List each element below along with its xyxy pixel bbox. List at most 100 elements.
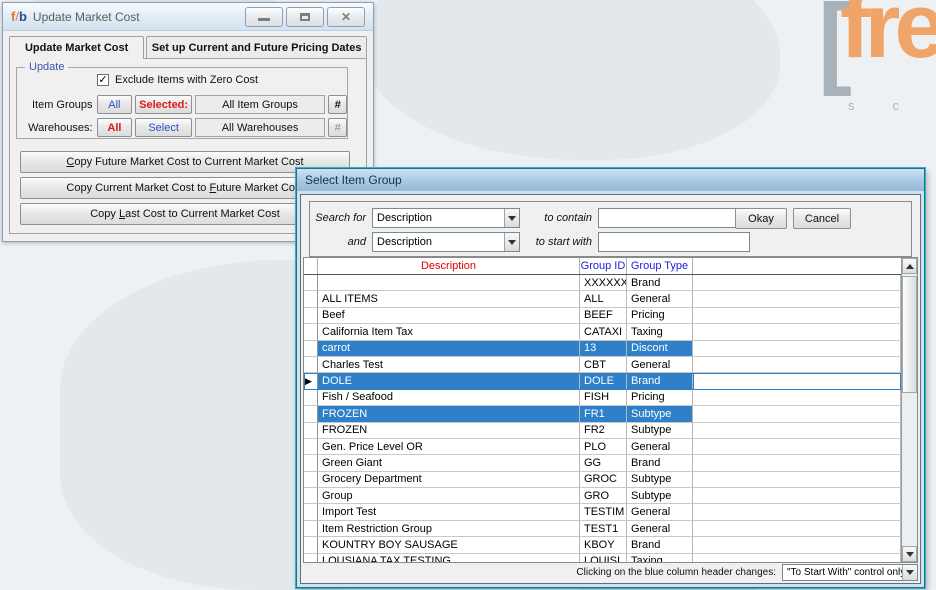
grid-cell[interactable]: Green Giant — [318, 455, 580, 471]
search-field-2-combo[interactable]: Description — [372, 232, 520, 252]
grid-row[interactable]: GroupGROSubtype — [304, 488, 901, 504]
grid-row[interactable]: FROZENFR1Subtype — [304, 406, 901, 422]
window-titlebar[interactable]: f/b Update Market Cost ✕ — [3, 3, 373, 31]
grid-cell[interactable]: Taxing — [627, 324, 693, 340]
vertical-scrollbar[interactable] — [901, 258, 917, 562]
header-behavior-combo[interactable]: "To Start With" control only — [782, 564, 918, 581]
grid-cell[interactable]: Subtype — [627, 472, 693, 488]
grid-cell[interactable]: Brand — [627, 275, 693, 291]
grid-row[interactable]: Grocery DepartmentGROCSubtype — [304, 472, 901, 488]
chevron-down-icon[interactable] — [902, 565, 917, 580]
grid-cell[interactable]: GG — [580, 455, 627, 471]
scroll-down-icon[interactable] — [902, 546, 917, 562]
tab-pricing-dates[interactable]: Set up Current and Future Pricing Dates — [146, 36, 367, 58]
row-indicator[interactable] — [304, 275, 318, 291]
grid-cell[interactable] — [693, 488, 901, 504]
grid-cell[interactable]: General — [627, 504, 693, 520]
grid-row[interactable]: Gen. Price Level ORPLOGeneral — [304, 439, 901, 455]
grid-row[interactable]: California Item TaxCATAXITaxing — [304, 324, 901, 340]
grid-cell[interactable]: Brand — [627, 373, 693, 389]
grid-cell[interactable] — [693, 423, 901, 439]
grid-cell[interactable] — [693, 455, 901, 471]
grid-cell[interactable]: CATAXI — [580, 324, 627, 340]
grid-cell[interactable]: Grocery Department — [318, 472, 580, 488]
grid-cell[interactable]: LOUSIANA TAX TESTING — [318, 554, 580, 562]
grid-row[interactable]: BeefBEEFPricing — [304, 308, 901, 324]
warehouses-select-button[interactable]: Select — [135, 118, 192, 137]
maximize-button[interactable] — [286, 7, 324, 27]
grid-cell[interactable]: ALL ITEMS — [318, 291, 580, 307]
row-indicator[interactable] — [304, 406, 318, 422]
grid-cell[interactable]: BEEF — [580, 308, 627, 324]
grid-cell[interactable]: Pricing — [627, 308, 693, 324]
grid-row[interactable]: ▶DOLEDOLEBrand — [304, 373, 901, 389]
grid-cell[interactable]: GRO — [580, 488, 627, 504]
grid-cell[interactable]: Subtype — [627, 406, 693, 422]
grid-cell[interactable]: Gen. Price Level OR — [318, 439, 580, 455]
grid-cell[interactable]: Charles Test — [318, 357, 580, 373]
grid-cell[interactable]: California Item Tax — [318, 324, 580, 340]
grid-cell[interactable]: PLO — [580, 439, 627, 455]
grid-row[interactable]: LOUSIANA TAX TESTINGLOUISITaxing — [304, 554, 901, 562]
chevron-down-icon[interactable] — [504, 209, 519, 227]
grid-cell[interactable]: KBOY — [580, 537, 627, 553]
grid-cell[interactable]: 13 — [580, 341, 627, 357]
grid-cell[interactable] — [693, 275, 901, 291]
grid-cell[interactable]: General — [627, 291, 693, 307]
grid-cell[interactable]: Fish / Seafood — [318, 390, 580, 406]
warehouses-all-button[interactable]: All — [97, 118, 133, 137]
grid-cell[interactable]: General — [627, 521, 693, 537]
grid-cell[interactable]: Brand — [627, 537, 693, 553]
grid-row[interactable]: carrot13Discont — [304, 341, 901, 357]
row-indicator[interactable] — [304, 390, 318, 406]
row-indicator[interactable]: ▶ — [304, 373, 318, 389]
grid-cell[interactable]: ALL — [580, 291, 627, 307]
grid-cell[interactable]: KOUNTRY BOY SAUSAGE — [318, 537, 580, 553]
grid-cell[interactable] — [693, 357, 901, 373]
item-groups-all-button[interactable]: All — [97, 95, 133, 114]
grid-cell[interactable] — [693, 554, 901, 562]
grid-cell[interactable]: Brand — [627, 455, 693, 471]
row-indicator[interactable] — [304, 357, 318, 373]
grid-cell[interactable]: Import Test — [318, 504, 580, 520]
grid-cell[interactable]: Group — [318, 488, 580, 504]
grid-cell[interactable]: Taxing — [627, 554, 693, 562]
row-indicator[interactable] — [304, 455, 318, 471]
row-indicator[interactable] — [304, 324, 318, 340]
tab-update-market-cost[interactable]: Update Market Cost — [9, 36, 144, 59]
row-indicator[interactable] — [304, 472, 318, 488]
grid-cell[interactable]: Discont — [627, 341, 693, 357]
chevron-down-icon[interactable] — [504, 233, 519, 251]
okay-button[interactable]: Okay — [735, 208, 787, 229]
grid-row[interactable]: Import TestTESTIMGeneral — [304, 504, 901, 520]
row-indicator[interactable] — [304, 521, 318, 537]
grid-cell[interactable]: Subtype — [627, 423, 693, 439]
grid-cell[interactable]: TESTIM — [580, 504, 627, 520]
to-contain-input[interactable] — [598, 208, 750, 228]
grid-cell[interactable]: Beef — [318, 308, 580, 324]
scroll-up-icon[interactable] — [902, 258, 917, 274]
item-groups-count-button[interactable]: # — [328, 95, 347, 114]
grid-cell[interactable] — [318, 275, 580, 291]
grid-cell[interactable] — [693, 291, 901, 307]
grid-row[interactable]: KOUNTRY BOY SAUSAGEKBOYBrand — [304, 537, 901, 553]
grid-cell[interactable] — [693, 390, 901, 406]
grid-cell[interactable]: FR1 — [580, 406, 627, 422]
grid-row[interactable]: Item Restriction GroupTEST1General — [304, 521, 901, 537]
grid-cell[interactable]: FROZEN — [318, 423, 580, 439]
grid-cell[interactable] — [693, 439, 901, 455]
grid-cell[interactable]: DOLE — [318, 373, 580, 389]
search-field-1-combo[interactable]: Description — [372, 208, 520, 228]
row-indicator[interactable] — [304, 537, 318, 553]
grid-cell[interactable]: XXXXXX — [580, 275, 627, 291]
grid-row[interactable]: FROZENFR2Subtype — [304, 423, 901, 439]
row-indicator[interactable] — [304, 291, 318, 307]
row-indicator[interactable] — [304, 504, 318, 520]
grid-cell[interactable] — [693, 324, 901, 340]
grid-cell[interactable]: General — [627, 439, 693, 455]
grid-header-description[interactable]: Description — [318, 258, 580, 274]
grid-cell[interactable]: FISH — [580, 390, 627, 406]
exclude-zero-cost-checkbox[interactable]: ✓ — [97, 74, 109, 86]
close-button[interactable]: ✕ — [327, 7, 365, 27]
grid-cell[interactable]: Item Restriction Group — [318, 521, 580, 537]
